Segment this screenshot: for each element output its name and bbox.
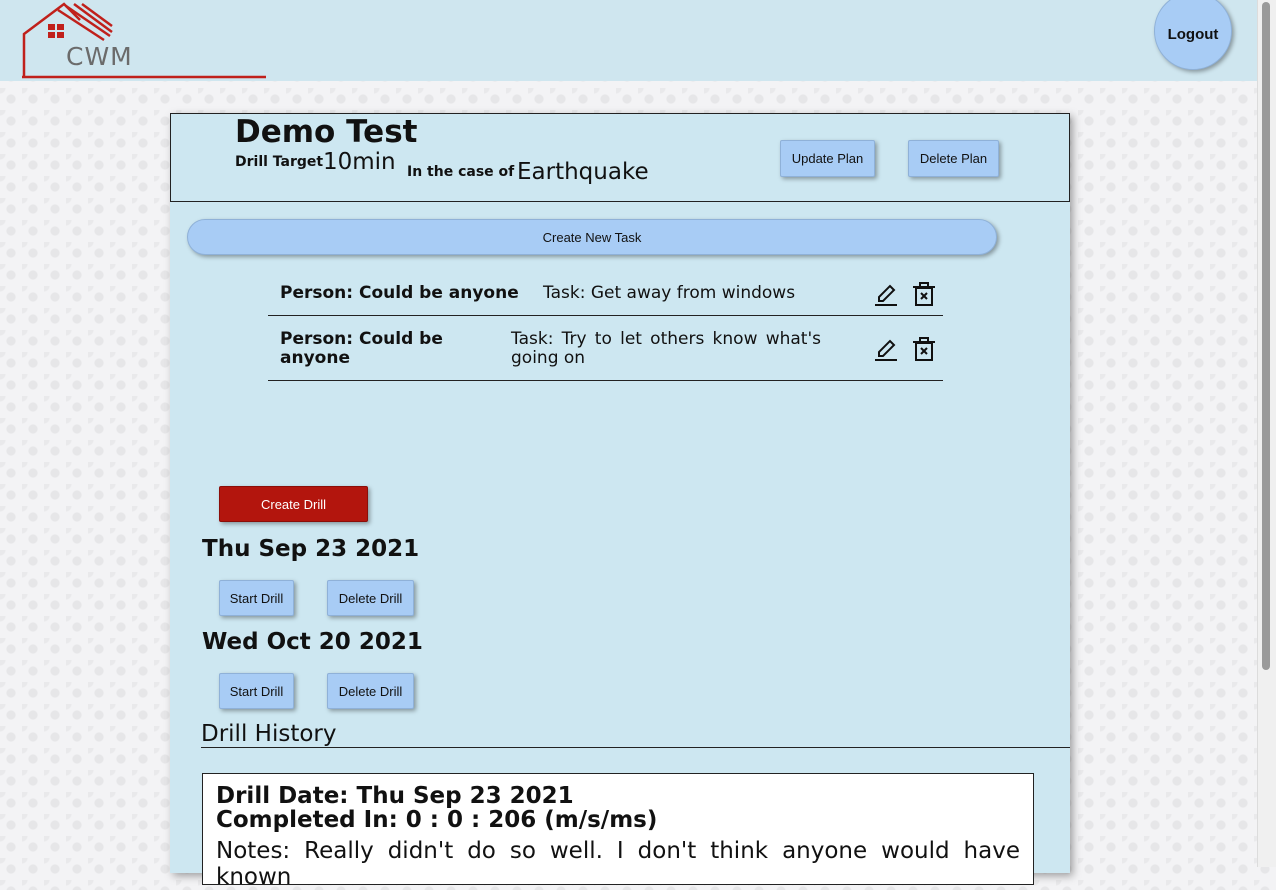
drill-target-value: 10min bbox=[323, 149, 396, 175]
delete-task-icon[interactable] bbox=[911, 281, 937, 307]
drill-date: Wed Oct 20 2021 bbox=[202, 629, 423, 655]
history-notes: Notes: Really didn't do so well. I don't… bbox=[216, 838, 1020, 890]
task-person: Person: Could be anyone bbox=[280, 329, 443, 368]
edit-task-icon[interactable] bbox=[873, 281, 899, 307]
cwm-logo[interactable]: CWM bbox=[20, 2, 270, 80]
delete-task-icon[interactable] bbox=[911, 336, 937, 362]
create-new-task-button[interactable]: Create New Task bbox=[187, 219, 997, 255]
edit-task-icon[interactable] bbox=[873, 336, 899, 362]
plan-title: Demo Test bbox=[235, 114, 418, 150]
scrollbar[interactable] bbox=[1257, 0, 1276, 867]
delete-drill-button[interactable]: Delete Drill bbox=[327, 580, 414, 616]
update-plan-button[interactable]: Update Plan bbox=[780, 140, 875, 177]
case-value: Earthquake bbox=[517, 159, 649, 185]
task-description: Task: Try to let others know what's goin… bbox=[511, 329, 821, 368]
logo-text: CWM bbox=[66, 42, 133, 71]
scrollbar-thumb[interactable] bbox=[1262, 2, 1270, 670]
create-drill-button[interactable]: Create Drill bbox=[219, 486, 368, 522]
drill-date: Thu Sep 23 2021 bbox=[202, 536, 420, 562]
drill-target-label: Drill Target bbox=[235, 154, 324, 170]
history-completed-time: Completed In: 0 : 0 : 206 (m/s/ms) bbox=[216, 807, 658, 833]
delete-drill-button[interactable]: Delete Drill bbox=[327, 673, 414, 709]
start-drill-button[interactable]: Start Drill bbox=[219, 673, 294, 709]
house-logo-icon bbox=[22, 2, 266, 79]
history-drill-date: Drill Date: Thu Sep 23 2021 bbox=[216, 783, 574, 809]
task-person: Person: Could be anyone bbox=[280, 283, 519, 303]
history-divider bbox=[201, 747, 1070, 748]
start-drill-button[interactable]: Start Drill bbox=[219, 580, 294, 616]
task-description: Task: Get away from windows bbox=[543, 283, 796, 303]
case-label: In the case of bbox=[407, 164, 515, 180]
delete-plan-button[interactable]: Delete Plan bbox=[908, 140, 999, 177]
drill-history-title: Drill History bbox=[201, 721, 337, 747]
